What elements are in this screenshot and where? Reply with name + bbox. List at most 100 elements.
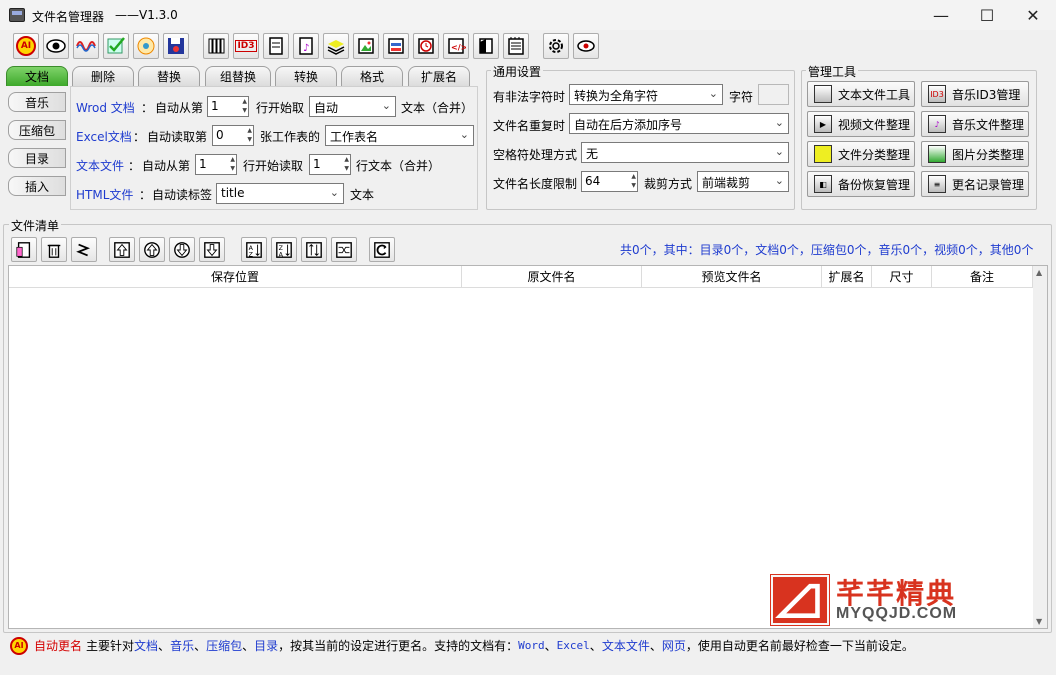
rename-log-button[interactable]: ≡ 更名记录管理 bbox=[921, 171, 1029, 197]
view-eye-icon[interactable] bbox=[573, 33, 599, 59]
vertical-scrollbar[interactable] bbox=[1033, 266, 1047, 628]
tab-replace[interactable]: 替换 bbox=[138, 66, 200, 86]
tab-group-replace[interactable]: 组替换 bbox=[205, 66, 271, 86]
tab-delete[interactable]: 删除 bbox=[72, 66, 134, 86]
column-header-original-name[interactable]: 原文件名 bbox=[462, 266, 642, 288]
tab-extension[interactable]: 扩展名 bbox=[408, 66, 470, 86]
save-disk-icon[interactable] bbox=[163, 33, 189, 59]
books-icon[interactable] bbox=[203, 33, 229, 59]
video-organize-button[interactable]: ▶ 视频文件整理 bbox=[807, 111, 915, 137]
word-line-spinner[interactable]: 1 bbox=[207, 96, 249, 117]
excel-sheet-spinner[interactable]: 0 bbox=[212, 125, 254, 146]
excel-label: Excel文档 bbox=[76, 130, 132, 144]
word-mode-select[interactable]: 自动 ⌄ bbox=[309, 96, 396, 117]
scroll-up-icon[interactable]: ▲ bbox=[1036, 268, 1042, 277]
move-bottom-icon[interactable] bbox=[199, 237, 225, 262]
html-tag-select[interactable]: title ⌄ bbox=[216, 183, 344, 204]
gear-icon[interactable] bbox=[543, 33, 569, 59]
music-organize-button[interactable]: ♪ 音乐文件整理 bbox=[921, 111, 1029, 137]
trash-icon[interactable] bbox=[41, 237, 67, 262]
shuffle-icon[interactable] bbox=[331, 237, 357, 262]
move-up-icon[interactable] bbox=[139, 237, 165, 262]
move-top-icon[interactable] bbox=[109, 237, 135, 262]
space-handling-select[interactable]: 无 ⌄ bbox=[581, 142, 789, 163]
space-handling-label: 空格符处理方式 bbox=[493, 148, 578, 162]
clock-icon[interactable] bbox=[413, 33, 439, 59]
ai-rename-icon[interactable]: AI bbox=[13, 33, 39, 59]
general-settings-title: 通用设置 bbox=[491, 63, 544, 80]
sidetab-music[interactable]: 音乐 bbox=[8, 92, 66, 112]
text-start-spinner[interactable]: 1 bbox=[195, 154, 237, 175]
chevron-down-icon: ⌄ bbox=[459, 128, 469, 141]
stack-icon bbox=[814, 145, 832, 163]
music-id3-button[interactable]: ID3 音乐ID3管理 bbox=[921, 81, 1029, 107]
music-file-icon[interactable]: ♪ bbox=[293, 33, 319, 59]
tab-convert[interactable]: 转换 bbox=[275, 66, 337, 86]
image-classify-button[interactable]: 图片分类整理 bbox=[921, 141, 1029, 167]
name-length-spinner[interactable]: 64 bbox=[581, 171, 638, 192]
image-icon[interactable] bbox=[353, 33, 379, 59]
column-header-location[interactable]: 保存位置 bbox=[9, 266, 462, 288]
excel-colon: ： bbox=[133, 130, 146, 144]
column-header-notes[interactable]: 备注 bbox=[932, 266, 1033, 288]
document-icon[interactable] bbox=[263, 33, 289, 59]
column-header-size[interactable]: 尺寸 bbox=[872, 266, 932, 288]
reverse-icon[interactable] bbox=[301, 237, 327, 262]
tab-format[interactable]: 格式 bbox=[341, 66, 403, 86]
text-lines-spinner[interactable]: 1 bbox=[309, 154, 351, 175]
code-icon[interactable]: </> bbox=[443, 33, 469, 59]
file-classify-button[interactable]: 文件分类整理 bbox=[807, 141, 915, 167]
chevron-down-icon: ⌄ bbox=[774, 174, 784, 187]
stack-icon[interactable] bbox=[323, 33, 349, 59]
replacement-char-input[interactable] bbox=[758, 84, 789, 105]
text-auto-from-label: 自动从第 bbox=[142, 159, 191, 173]
status-text-3: ，使用自动更名前最好检查一下当前设定。 bbox=[685, 639, 914, 653]
crop-mode-label: 裁剪方式 bbox=[644, 177, 693, 191]
status-sep-3: 、 bbox=[242, 639, 255, 653]
video-file-icon: ▶ bbox=[814, 115, 832, 133]
chevron-down-icon: ⌄ bbox=[774, 145, 784, 158]
add-files-icon[interactable] bbox=[11, 237, 37, 262]
preview-eye-icon[interactable] bbox=[43, 33, 69, 59]
flower-icon[interactable] bbox=[133, 33, 159, 59]
app-icon bbox=[9, 8, 25, 22]
excel-sheet-name-select[interactable]: 工作表名 ⌄ bbox=[325, 125, 474, 146]
refresh-icon[interactable] bbox=[369, 237, 395, 262]
svg-text:Z: Z bbox=[249, 251, 254, 258]
minimize-button[interactable]: — bbox=[918, 0, 964, 30]
illegal-char-label: 有非法字符时 bbox=[493, 90, 566, 104]
id3-icon[interactable]: ID3 bbox=[233, 33, 259, 59]
text-line-merge-label: 行文本（合并） bbox=[356, 159, 441, 173]
list-icon[interactable] bbox=[503, 33, 529, 59]
sidetab-directory[interactable]: 目录 bbox=[8, 148, 66, 168]
sort-asc-icon[interactable]: AZ bbox=[241, 237, 267, 262]
crop-mode-select[interactable]: 前端裁剪 ⌄ bbox=[697, 171, 789, 192]
maximize-button[interactable]: ☐ bbox=[964, 0, 1010, 30]
text-file-tool-button[interactable]: 文本文件工具 bbox=[807, 81, 915, 107]
move-down-icon[interactable] bbox=[169, 237, 195, 262]
film-icon[interactable] bbox=[473, 33, 499, 59]
word-auto-from-label: 自动从第 bbox=[155, 101, 204, 115]
html-auto-read-tag-label: 自动读标签 bbox=[152, 188, 213, 202]
column-header-extension[interactable]: 扩展名 bbox=[822, 266, 872, 288]
illegal-char-select[interactable]: 转换为全角字符 ⌄ bbox=[569, 84, 723, 105]
tab-document[interactable]: 文档 bbox=[6, 66, 68, 86]
column-header-preview-name[interactable]: 预览文件名 bbox=[642, 266, 822, 288]
html-label: HTML文件 bbox=[76, 188, 134, 202]
duplicate-name-label: 文件名重复时 bbox=[493, 119, 566, 133]
close-button[interactable]: ✕ bbox=[1010, 0, 1056, 30]
status-music: 音乐 bbox=[170, 639, 195, 653]
sort-desc-icon[interactable]: ZA bbox=[271, 237, 297, 262]
form-icon[interactable] bbox=[383, 33, 409, 59]
backup-restore-button[interactable]: ◧ 备份恢复管理 bbox=[807, 171, 915, 197]
wave-icon[interactable] bbox=[73, 33, 99, 59]
excel-sheet-of-label: 张工作表的 bbox=[260, 130, 321, 144]
status-sep-1: 、 bbox=[158, 639, 171, 653]
clear-list-icon[interactable] bbox=[71, 237, 97, 262]
scroll-down-icon[interactable]: ▼ bbox=[1036, 617, 1042, 626]
sidetab-archive[interactable]: 压缩包 bbox=[8, 120, 66, 140]
check-icon[interactable] bbox=[103, 33, 129, 59]
duplicate-name-select[interactable]: 自动在后方添加序号 ⌄ bbox=[569, 113, 789, 134]
sidetab-insert[interactable]: 插入 bbox=[8, 176, 66, 196]
word-label: Wrod 文档 bbox=[76, 101, 135, 115]
